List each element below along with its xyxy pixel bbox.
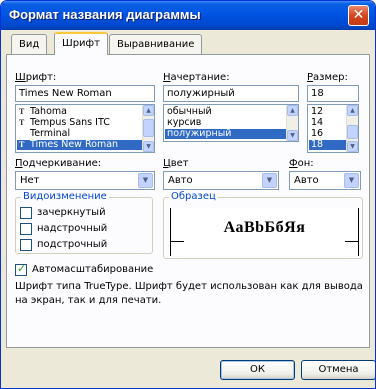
background-label: Фон: (289, 158, 314, 169)
chevron-down-icon[interactable]: ▼ (262, 173, 277, 188)
checkbox-box[interactable] (20, 223, 32, 235)
list-item[interactable]: 14 (309, 118, 346, 128)
list-item[interactable]: 16 (309, 129, 346, 139)
list-item[interactable]: курсив (165, 118, 286, 128)
list-item[interactable]: 12 (309, 107, 346, 117)
size-label: Размер: (307, 72, 348, 83)
scroll-down-icon[interactable]: ▼ (347, 141, 358, 152)
font-label: Шрифт: (15, 72, 57, 83)
dialog-window: Формат названия диаграммы ✕ Вид Шрифт Вы… (0, 0, 376, 389)
checkbox-box[interactable] (20, 207, 32, 219)
list-item[interactable]: T Tempus Sans ITC (17, 118, 142, 128)
scroll-up-icon[interactable]: ▲ (347, 105, 358, 116)
color-label: Цвет (163, 158, 189, 169)
truetype-icon: T (19, 107, 25, 116)
scroll-up-icon[interactable]: ▲ (143, 105, 154, 116)
autoscale-checkbox[interactable]: Автомасштабирование (15, 262, 165, 277)
cancel-button[interactable]: Отмена (301, 360, 375, 380)
font-info-text: Шрифт типа TrueType. Шрифт будет использ… (15, 281, 363, 306)
font-name-input[interactable]: Times New Roman (15, 85, 155, 102)
tab-alignment[interactable]: Выравнивание (109, 34, 203, 54)
font-size-list[interactable]: 12 14 16 18 ▲ ▼ (307, 104, 359, 153)
scroll-down-icon[interactable]: ▼ (287, 130, 298, 141)
scroll-down-icon[interactable]: ▼ (143, 141, 154, 152)
font-size-scrollbar[interactable]: ▲ ▼ (346, 105, 358, 152)
font-list-scrollbar[interactable]: ▲ ▼ (142, 105, 154, 152)
list-item[interactable]: 18 (309, 140, 346, 150)
strikethrough-checkbox[interactable]: зачеркнутый (20, 206, 145, 220)
checkbox-box[interactable] (20, 239, 32, 251)
list-item[interactable]: T Tahoma (17, 107, 142, 117)
close-icon: ✕ (352, 7, 365, 23)
font-style-scrollbar[interactable]: ▲ ▼ (286, 105, 298, 141)
style-label: Начертание: (163, 72, 230, 83)
sample-group: Образец АаВbБбЯя (163, 191, 363, 259)
font-list[interactable]: T Tahoma T Tempus Sans ITC Terminal T Times… (15, 104, 155, 153)
close-button[interactable]: ✕ (348, 5, 369, 26)
ok-button[interactable]: ОК (220, 360, 295, 380)
color-select[interactable]: Авто ▼ (163, 171, 279, 190)
scroll-up-icon[interactable]: ▲ (287, 105, 298, 116)
truetype-icon: T (19, 140, 25, 149)
tab-view[interactable]: Вид (11, 34, 48, 54)
sample-preview: АаВbБбЯя (170, 208, 359, 256)
font-style-list[interactable]: обычный курсив полужирный ▲ ▼ (163, 104, 299, 142)
tab-font[interactable]: Шрифт (54, 32, 108, 55)
window-title: Формат названия диаграммы (9, 7, 201, 22)
background-select[interactable]: Авто ▼ (289, 171, 361, 190)
underline-select[interactable]: Нет ▼ (15, 171, 155, 190)
font-size-input[interactable]: 18 (307, 85, 359, 102)
list-item[interactable]: обычный (165, 107, 286, 117)
checkbox-box[interactable] (15, 262, 27, 276)
sample-text: АаВbБбЯя (223, 219, 306, 236)
list-item[interactable]: T Times New Roman (17, 140, 142, 150)
underline-label: Подчеркивание: (15, 158, 102, 169)
font-style-input[interactable]: полужирный (163, 85, 299, 102)
list-item[interactable]: Terminal (17, 129, 142, 139)
list-item[interactable]: полужирный (165, 129, 286, 139)
title-bar[interactable]: Формат названия диаграммы ✕ (1, 1, 375, 30)
truetype-icon: T (19, 118, 25, 127)
chevron-down-icon[interactable]: ▼ (344, 173, 359, 188)
effects-group: Видоизменение зачеркнутый надстрочный по… (15, 191, 153, 254)
superscript-checkbox[interactable]: надстрочный (20, 222, 145, 236)
subscript-checkbox[interactable]: подстрочный (20, 238, 145, 252)
scroll-thumb[interactable] (143, 119, 154, 137)
blank-icon (19, 129, 30, 138)
chevron-down-icon[interactable]: ▼ (138, 173, 153, 188)
scroll-thumb[interactable] (347, 125, 358, 139)
